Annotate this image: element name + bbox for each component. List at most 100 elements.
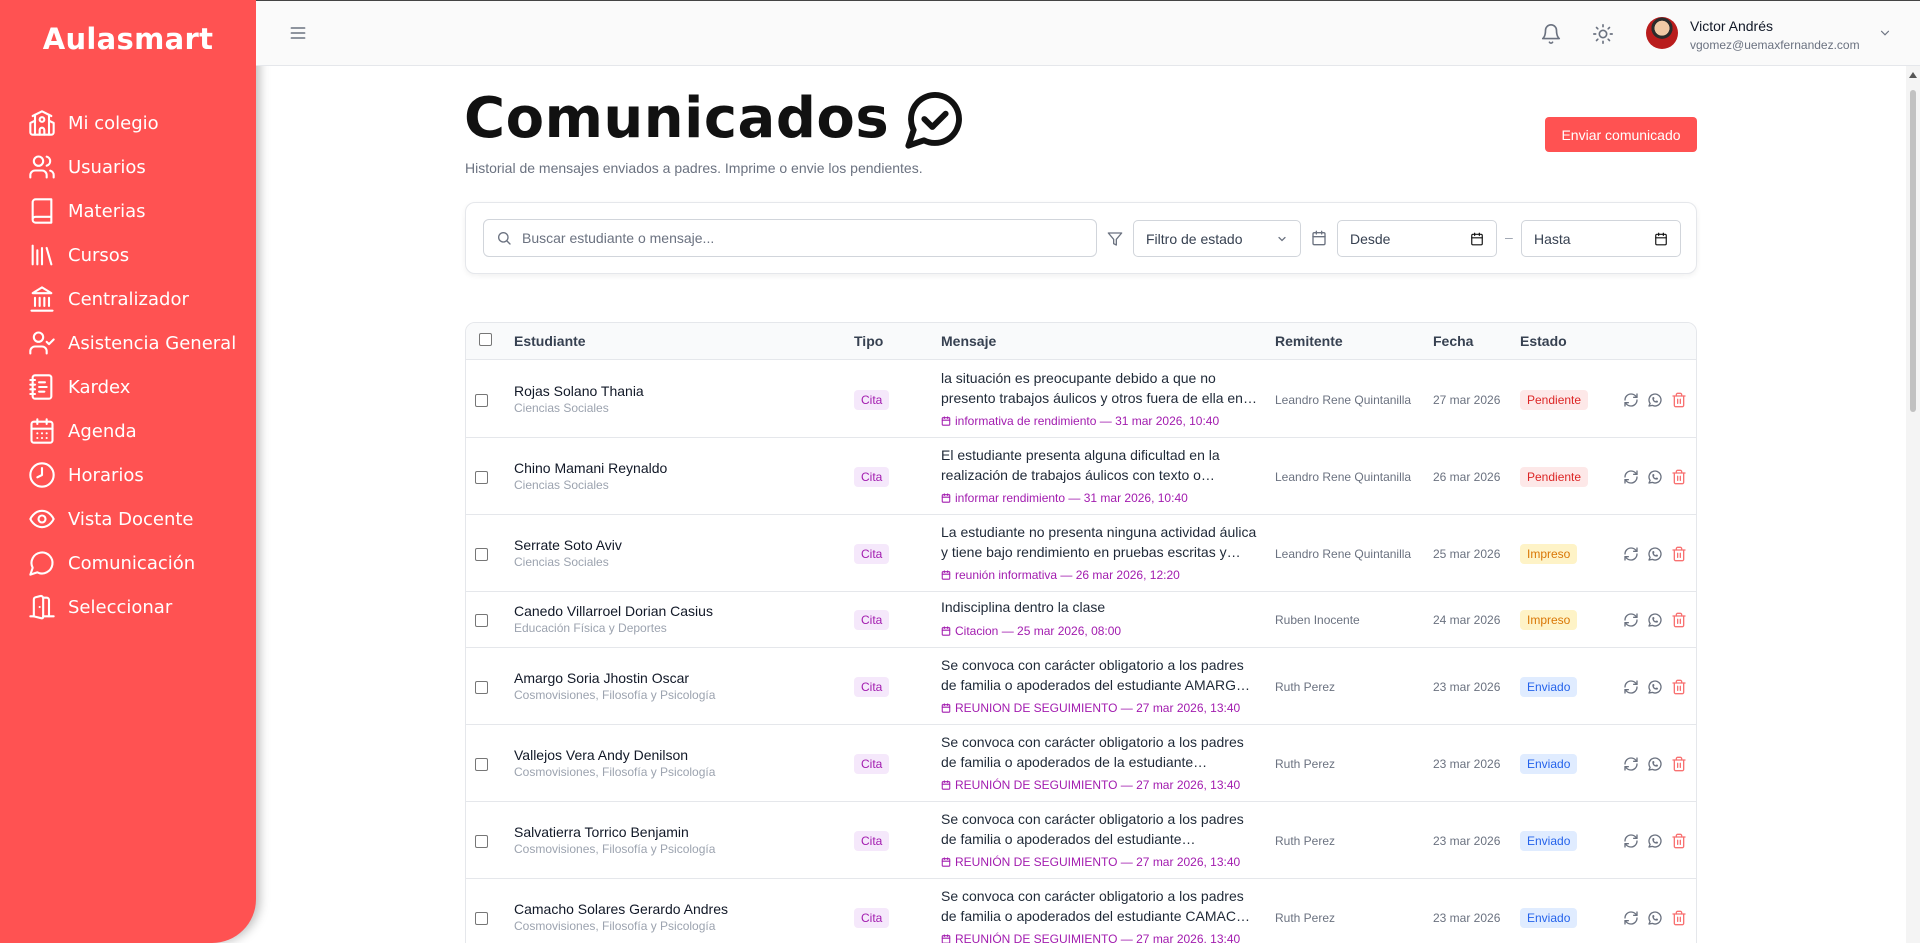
sidebar-item-agenda[interactable]: Agenda [28, 409, 236, 453]
row-checkbox[interactable] [475, 680, 488, 694]
school-icon [29, 110, 55, 136]
sidebar-item-usuarios[interactable]: Usuarios [28, 145, 236, 189]
whatsapp-icon[interactable] [1647, 756, 1663, 772]
select-all-checkbox[interactable] [479, 333, 492, 346]
calendar-icon[interactable] [1654, 232, 1668, 246]
row-checkbox[interactable] [475, 834, 488, 848]
row-checkbox[interactable] [475, 393, 488, 407]
whatsapp-icon[interactable] [1647, 392, 1663, 408]
student-name: Amargo Soria Jhostin Oscar [514, 669, 690, 686]
scroll-up-arrow[interactable] [1909, 72, 1917, 78]
user-name[interactable]: Victor Andrés [1690, 18, 1773, 34]
calendar-icon [30, 418, 54, 444]
header-fecha: Fecha [1433, 333, 1474, 349]
chevron-down-icon [1278, 236, 1286, 241]
sidebar-item-label: Vista Docente [68, 508, 194, 530]
search-input[interactable] [522, 230, 1082, 246]
resend-icon[interactable] [1623, 756, 1639, 772]
whatsapp-icon[interactable] [1647, 612, 1663, 628]
remitente: Leandro Rene Quintanilla [1275, 546, 1412, 561]
sidebar-item-vista-docente[interactable]: Vista Docente [28, 497, 236, 541]
sidebar-item-horarios[interactable]: Horarios [28, 453, 236, 497]
fecha: 24 mar 2026 [1433, 613, 1501, 627]
trash-icon[interactable] [1671, 756, 1687, 772]
whatsapp-icon[interactable] [1647, 469, 1663, 485]
status-badge: Impreso [1520, 543, 1578, 564]
menu-icon[interactable] [288, 23, 308, 43]
trash-icon[interactable] [1671, 679, 1687, 695]
table-row[interactable]: Camacho Solares Gerardo Andres Cosmovisio… [466, 879, 1696, 943]
student-name: Rojas Solano Thania [514, 382, 644, 399]
student-course: Cosmovisiones, Filosofía y Psicología [514, 841, 716, 856]
date-to-field[interactable]: Hasta [1521, 220, 1681, 257]
trash-icon[interactable] [1671, 392, 1687, 408]
message-event: REUNIÓN DE SEGUIMIENTO — 27 mar 2026, 13… [941, 855, 1240, 869]
table-row[interactable]: Canedo Villarroel Dorian Casius Educación… [466, 592, 1696, 648]
sidebar-item-mi-colegio[interactable]: Mi colegio [28, 101, 236, 145]
bell-icon[interactable] [1540, 23, 1562, 45]
header-estudiante: Estudiante [514, 333, 586, 349]
remitente: Ruth Perez [1275, 833, 1336, 848]
resend-icon[interactable] [1623, 392, 1639, 408]
row-checkbox[interactable] [475, 614, 488, 627]
sidebar-item-seleccionar[interactable]: Seleccionar [28, 585, 236, 629]
message-line-2: de familia o apoderados del estudiante C… [941, 908, 1250, 924]
resend-icon[interactable] [1623, 679, 1639, 695]
tipo-badge: Cita [854, 753, 890, 774]
resend-icon[interactable] [1623, 910, 1639, 926]
sidebar-item-materias[interactable]: Materias [28, 189, 236, 233]
sidebar-item-centralizador[interactable]: Centralizador [28, 277, 236, 321]
row-checkbox[interactable] [475, 470, 488, 484]
message-line-2: de familia o apoderados del estudiante… [941, 831, 1196, 847]
trash-icon[interactable] [1671, 612, 1687, 628]
brand-logo[interactable]: Aulasmart [0, 22, 256, 56]
scrollbar[interactable] [1906, 66, 1920, 943]
header-estado: Estado [1520, 333, 1567, 349]
message-event: REUNION DE SEGUIMIENTO — 27 mar 2026, 13… [941, 701, 1240, 715]
message-text: Se convoca con carácter obligatorio a lo… [941, 886, 1261, 926]
trash-icon[interactable] [1671, 546, 1687, 562]
sidebar-item-label: Usuarios [68, 156, 146, 178]
whatsapp-icon[interactable] [1647, 546, 1663, 562]
whatsapp-icon[interactable] [1647, 833, 1663, 849]
table-row[interactable]: Chino Mamani Reynaldo Ciencias Sociales Ci… [466, 438, 1696, 515]
state-filter-select[interactable]: Filtro de estado [1133, 220, 1301, 257]
send-comunicado-button[interactable]: Enviar comunicado [1545, 117, 1697, 152]
table-row[interactable]: Rojas Solano Thania Ciencias Sociales Cita… [466, 361, 1696, 438]
trash-icon[interactable] [1671, 469, 1687, 485]
whatsapp-icon[interactable] [1647, 679, 1663, 695]
fecha: 23 mar 2026 [1433, 833, 1501, 848]
whatsapp-icon[interactable] [1647, 910, 1663, 926]
filter-bar: Filtro de estado Desde – Hasta [465, 202, 1697, 274]
table-row[interactable]: Amargo Soria Jhostin Oscar Cosmovisiones,… [466, 648, 1696, 725]
scroll-thumb[interactable] [1910, 90, 1916, 412]
date-from-field[interactable]: Desde [1337, 220, 1497, 257]
resend-icon[interactable] [1623, 469, 1639, 485]
message-event: REUNIÓN DE SEGUIMIENTO — 27 mar 2026, 13… [941, 778, 1240, 792]
status-badge: Pendiente [1520, 389, 1589, 410]
trash-icon[interactable] [1671, 910, 1687, 926]
sidebar-item-comunicacion[interactable]: Comunicación [28, 541, 236, 585]
remitente: Ruth Perez [1275, 756, 1336, 771]
trash-icon[interactable] [1671, 833, 1687, 849]
chevron-down-icon[interactable] [1878, 26, 1892, 40]
table-row[interactable]: Salvatierra Torrico Benjamin Cosmovisione… [466, 802, 1696, 879]
row-checkbox[interactable] [475, 757, 488, 771]
resend-icon[interactable] [1623, 546, 1639, 562]
sidebar: Aulasmart Mi colegio Usuarios Materias C… [0, 0, 256, 943]
sidebar-item-asistencia-general[interactable]: Asistencia General [28, 321, 236, 365]
resend-icon[interactable] [1623, 833, 1639, 849]
calendar-icon[interactable] [1470, 232, 1484, 246]
sun-icon[interactable] [1592, 23, 1614, 45]
status-badge: Enviado [1520, 676, 1578, 697]
row-checkbox[interactable] [475, 911, 488, 925]
sidebar-item-kardex[interactable]: Kardex [28, 365, 236, 409]
avatar[interactable] [1646, 17, 1678, 49]
sidebar-item-cursos[interactable]: Cursos [28, 233, 236, 277]
search-box[interactable] [483, 219, 1097, 257]
resend-icon[interactable] [1623, 612, 1639, 628]
row-checkbox[interactable] [475, 547, 488, 561]
table-row[interactable]: Serrate Soto Aviv Ciencias Sociales Cita La… [466, 515, 1696, 592]
sidebar-item-label: Seleccionar [68, 596, 173, 618]
table-row[interactable]: Vallejos Vera Andy Denilson Cosmovisiones… [466, 725, 1696, 802]
